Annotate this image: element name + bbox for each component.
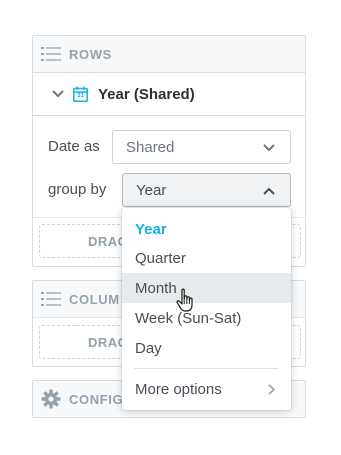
group-by-dropdown: Year Quarter Month Week (Sun-Sat) Day Mo… bbox=[122, 208, 291, 410]
group-by-label: group by bbox=[48, 181, 107, 198]
calendar-icon: 31 bbox=[73, 86, 88, 102]
date-as-select[interactable]: Shared bbox=[112, 130, 291, 164]
columns-list-icon bbox=[41, 292, 61, 306]
rows-header: ROWS bbox=[33, 36, 305, 73]
rows-header-label: ROWS bbox=[69, 46, 112, 62]
calendar-day: 31 bbox=[77, 93, 84, 99]
more-options-item[interactable]: More options bbox=[122, 374, 291, 404]
group-by-select[interactable]: Year bbox=[122, 173, 291, 207]
list-icon bbox=[41, 47, 61, 61]
rows-item-label: Year (Shared) bbox=[98, 85, 195, 103]
hand-cursor-icon bbox=[176, 288, 193, 312]
rows-item-header[interactable]: 31 Year (Shared) bbox=[32, 72, 306, 116]
columns-header-label: COLUM bbox=[69, 291, 120, 307]
dropdown-option-quarter[interactable]: Quarter bbox=[122, 243, 291, 273]
group-by-value: Year bbox=[136, 181, 167, 199]
date-as-value: Shared bbox=[126, 138, 175, 156]
dropdown-option-year[interactable]: Year bbox=[122, 214, 291, 244]
chevron-down-icon bbox=[263, 144, 275, 152]
dropdown-option-week[interactable]: Week (Sun-Sat) bbox=[122, 303, 291, 333]
dropdown-divider bbox=[134, 368, 278, 369]
dropdown-option-month[interactable]: Month bbox=[122, 273, 291, 303]
chevron-down-icon[interactable] bbox=[52, 90, 64, 98]
date-as-label: Date as bbox=[48, 138, 100, 155]
configuration-header-label: CONFIG bbox=[69, 391, 124, 407]
gear-icon bbox=[41, 389, 61, 409]
chevron-right-icon bbox=[268, 384, 275, 395]
chevron-up-icon bbox=[263, 187, 275, 195]
dropdown-option-day[interactable]: Day bbox=[122, 333, 291, 363]
